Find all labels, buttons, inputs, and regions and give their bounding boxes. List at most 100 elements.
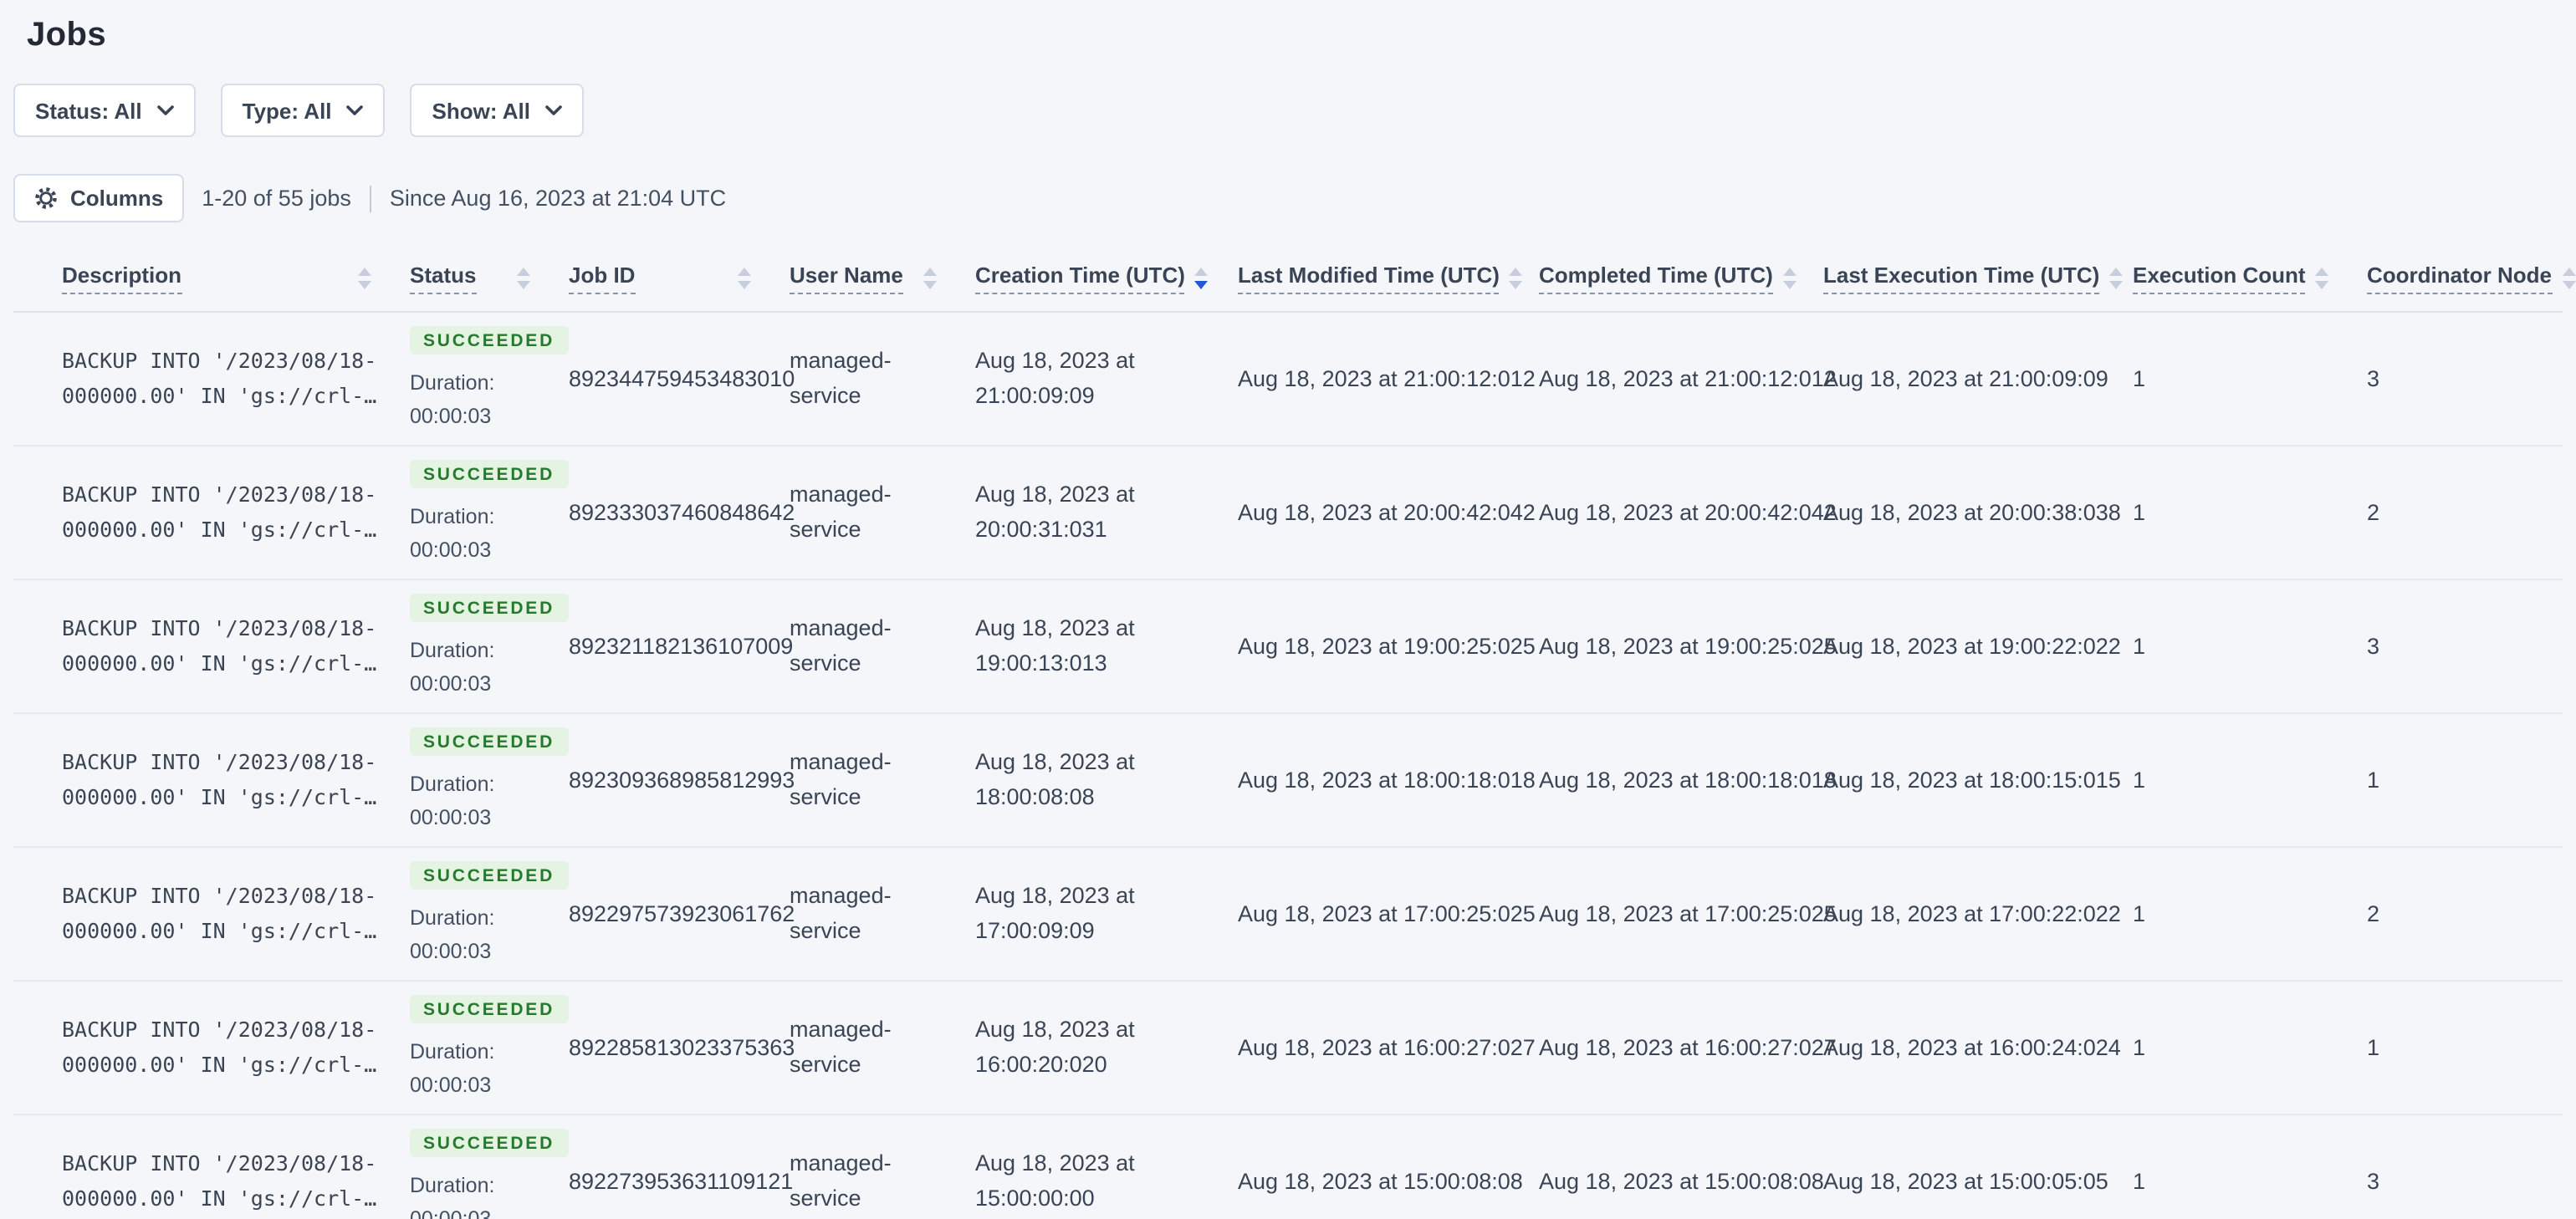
job-description-link[interactable]: BACKUP INTO '/2023/08/18-000000.00' IN '…	[62, 1148, 388, 1216]
job-description-link[interactable]: BACKUP INTO '/2023/08/18-000000.00' IN '…	[62, 747, 388, 814]
job-id: 892333037460848642	[569, 500, 795, 525]
sort-arrows-icon[interactable]	[1194, 268, 1209, 289]
column-header-label: Completed Time (UTC)	[1539, 263, 1773, 294]
sort-asc-icon	[1509, 268, 1523, 276]
duration-value: 00:00:03	[410, 538, 492, 561]
sort-arrows-icon[interactable]	[2109, 268, 2124, 289]
columns-button[interactable]: Columns	[13, 174, 184, 222]
sort-asc-icon	[517, 268, 530, 276]
job-description-link[interactable]: BACKUP INTO '/2023/08/18-000000.00' IN '…	[62, 613, 388, 681]
since-text: Since Aug 16, 2023 at 21:04 UTC	[389, 186, 727, 211]
last-execution-time: Aug 18, 2023 at 16:00:24:024	[1823, 1035, 2121, 1060]
duration-value: 00:00:03	[410, 671, 492, 695]
user-name: managed-service	[790, 347, 892, 407]
filter-button[interactable]: Type: All	[220, 84, 386, 137]
job-description-link[interactable]: BACKUP INTO '/2023/08/18-000000.00' IN '…	[62, 345, 388, 413]
last-modified-time: Aug 18, 2023 at 17:00:25:025	[1238, 901, 1536, 926]
column-header[interactable]: User Name	[768, 246, 953, 313]
completed-time: Aug 18, 2023 at 16:00:27:027	[1539, 1035, 1837, 1060]
column-header[interactable]: Execution Count	[2111, 246, 2345, 313]
coordinator-node: 1	[2367, 1035, 2380, 1060]
completed-time: Aug 18, 2023 at 15:00:08:08	[1539, 1169, 1824, 1194]
status-badge: SUCCEEDED	[410, 593, 569, 621]
sort-arrows-icon[interactable]	[923, 268, 937, 289]
column-header-label: Job ID	[569, 263, 636, 294]
column-header-label: Creation Time (UTC)	[975, 263, 1185, 294]
chevron-down-icon	[156, 105, 174, 115]
table-row[interactable]: BACKUP INTO '/2023/08/18-000000.00' IN '…	[13, 981, 2563, 1115]
sort-arrows-icon[interactable]	[1782, 268, 1797, 289]
sort-arrows-icon[interactable]	[358, 268, 371, 289]
last-execution-time: Aug 18, 2023 at 21:00:09:09	[1823, 366, 2108, 391]
column-header[interactable]: Last Execution Time (UTC)	[1802, 246, 2124, 313]
filter-button[interactable]: Show: All	[410, 84, 585, 137]
last-modified-time: Aug 18, 2023 at 18:00:18:018	[1238, 768, 1536, 793]
user-name: managed-service	[790, 481, 892, 541]
duration-label: Duration:	[410, 504, 495, 528]
user-name: managed-service	[790, 615, 892, 675]
job-description-link[interactable]: BACKUP INTO '/2023/08/18-000000.00' IN '…	[62, 1014, 388, 1082]
sort-desc-icon	[358, 281, 371, 289]
column-header[interactable]: Status	[388, 246, 547, 313]
sort-arrows-icon[interactable]	[1509, 268, 1523, 289]
sort-arrows-icon[interactable]	[2315, 268, 2329, 289]
columns-button-label: Columns	[70, 186, 164, 211]
jobs-page: Jobs Status: All Type: All Show: All Col…	[0, 0, 2576, 1219]
job-id: 892344759453483010	[569, 366, 795, 391]
table-row[interactable]: BACKUP INTO '/2023/08/18-000000.00' IN '…	[13, 312, 2563, 446]
sort-asc-icon	[738, 268, 751, 276]
completed-time: Aug 18, 2023 at 17:00:25:025	[1539, 901, 1837, 926]
job-id: 892273953631109121	[569, 1169, 794, 1194]
last-execution-time: Aug 18, 2023 at 18:00:15:015	[1823, 768, 2121, 793]
table-row[interactable]: BACKUP INTO '/2023/08/18-000000.00' IN '…	[13, 713, 2563, 848]
job-description-link[interactable]: BACKUP INTO '/2023/08/18-000000.00' IN '…	[62, 880, 388, 948]
column-header[interactable]: Last Modified Time (UTC)	[1216, 246, 1523, 313]
table-row[interactable]: BACKUP INTO '/2023/08/18-000000.00' IN '…	[13, 847, 2563, 982]
last-execution-time: Aug 18, 2023 at 19:00:22:022	[1823, 634, 2121, 659]
gear-icon	[35, 187, 57, 209]
creation-time: Aug 18, 2023 at 20:00:31:031	[975, 481, 1135, 541]
job-description-link[interactable]: BACKUP INTO '/2023/08/18-000000.00' IN '…	[62, 479, 388, 547]
table-row[interactable]: BACKUP INTO '/2023/08/18-000000.00' IN '…	[13, 1114, 2563, 1219]
sort-arrows-icon[interactable]	[738, 268, 751, 289]
user-name: managed-service	[790, 1016, 892, 1076]
duration-label: Duration:	[410, 370, 495, 394]
execution-count: 1	[2133, 366, 2146, 391]
last-modified-time: Aug 18, 2023 at 20:00:42:042	[1238, 500, 1536, 525]
table-row[interactable]: BACKUP INTO '/2023/08/18-000000.00' IN '…	[13, 579, 2563, 714]
column-header[interactable]: Job ID	[547, 246, 768, 313]
sort-arrows-icon[interactable]	[517, 268, 530, 289]
job-id: 892309368985812993	[569, 768, 795, 793]
jobs-table: Description Status Job ID User Name Crea…	[13, 246, 2575, 1219]
sort-desc-icon	[2109, 281, 2124, 289]
column-header[interactable]: Description	[13, 246, 388, 313]
column-header[interactable]: Completed Time (UTC)	[1517, 246, 1802, 313]
filter-button-label: Show: All	[432, 98, 531, 123]
last-modified-time: Aug 18, 2023 at 16:00:27:027	[1238, 1035, 1536, 1060]
execution-count: 1	[2133, 1035, 2146, 1060]
column-header-label: User Name	[790, 263, 903, 294]
coordinator-node: 3	[2367, 1169, 2380, 1194]
creation-time: Aug 18, 2023 at 17:00:09:09	[975, 882, 1135, 942]
sort-desc-icon	[517, 281, 530, 289]
jobs-count: 1-20 of 55 jobs	[202, 186, 351, 211]
chevron-down-icon	[545, 105, 562, 115]
coordinator-node: 3	[2367, 634, 2380, 659]
filter-button[interactable]: Status: All	[13, 84, 196, 137]
duration-value: 00:00:03	[410, 939, 492, 962]
column-header-label: Last Execution Time (UTC)	[1823, 263, 2100, 294]
user-name: managed-service	[790, 882, 892, 942]
creation-time: Aug 18, 2023 at 18:00:08:08	[975, 748, 1135, 808]
column-header[interactable]: Creation Time (UTC)	[953, 246, 1216, 313]
table-row[interactable]: BACKUP INTO '/2023/08/18-000000.00' IN '…	[13, 446, 2563, 580]
duration-label: Duration:	[410, 638, 495, 661]
last-execution-time: Aug 18, 2023 at 15:00:05:05	[1823, 1169, 2108, 1194]
user-name: managed-service	[790, 1150, 892, 1210]
duration-label: Duration:	[410, 905, 495, 929]
execution-count: 1	[2133, 768, 2146, 793]
column-header-label: Status	[410, 263, 477, 294]
column-header[interactable]: Coordinator Node	[2345, 246, 2575, 313]
sort-arrows-icon[interactable]	[2562, 268, 2575, 289]
creation-time: Aug 18, 2023 at 15:00:00:00	[975, 1150, 1135, 1210]
status-badge: SUCCEEDED	[410, 325, 569, 354]
